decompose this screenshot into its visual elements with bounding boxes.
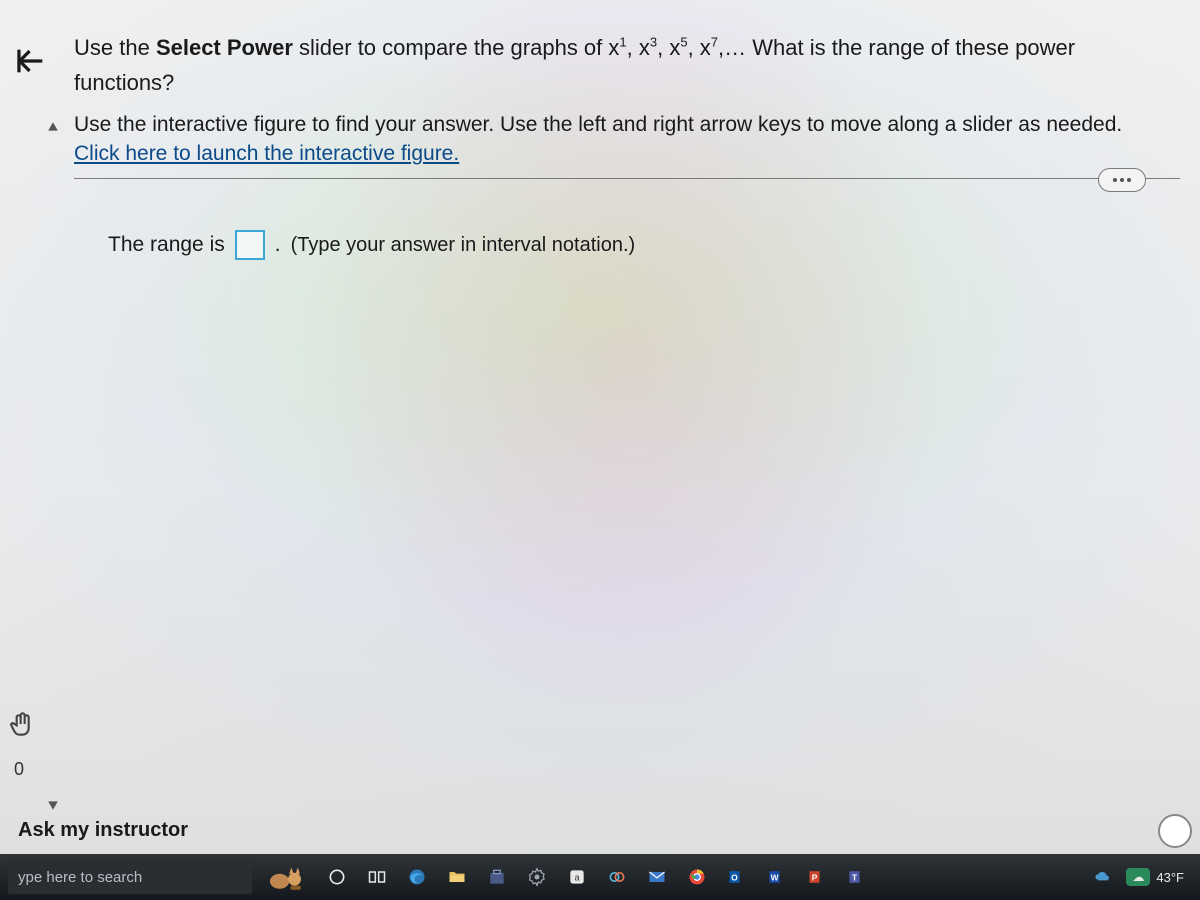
app-icon-loop[interactable] <box>600 860 634 894</box>
edge-icon[interactable] <box>400 860 434 894</box>
instruction-text: Use the interactive figure to find your … <box>74 110 1180 139</box>
outlook-icon[interactable]: O <box>720 860 754 894</box>
svg-text:T: T <box>852 872 857 882</box>
powerpoint-icon[interactable]: P <box>800 860 834 894</box>
svg-text:O: O <box>731 872 738 882</box>
more-options-button[interactable] <box>1098 168 1146 192</box>
mail-icon[interactable] <box>640 860 674 894</box>
chrome-icon[interactable] <box>680 860 714 894</box>
settings-icon[interactable] <box>520 860 554 894</box>
cortana-cat-icon[interactable] <box>258 858 314 896</box>
taskbar-search[interactable]: ype here to search <box>8 860 252 894</box>
scroll-down-icon[interactable] <box>47 798 59 810</box>
weather-widget[interactable]: ☁ 43°F <box>1126 868 1184 886</box>
launch-figure-link[interactable]: Click here to launch the interactive fig… <box>74 142 459 166</box>
store-icon[interactable] <box>480 860 514 894</box>
help-circle-button[interactable] <box>1158 814 1192 848</box>
answer-label: The range is <box>108 233 225 257</box>
cortana-circle-icon[interactable] <box>320 860 354 894</box>
onedrive-icon[interactable] <box>1086 860 1120 894</box>
answer-input[interactable] <box>235 230 265 260</box>
app-icon-a[interactable]: a <box>560 860 594 894</box>
ask-instructor-button[interactable]: Ask my instructor <box>18 819 188 842</box>
word-icon[interactable]: W <box>760 860 794 894</box>
divider <box>74 178 1180 179</box>
back-button[interactable] <box>8 38 54 84</box>
question-text: Use the Select Power slider to compare t… <box>74 30 1180 100</box>
teams-icon[interactable]: T <box>840 860 874 894</box>
zero-label: 0 <box>14 759 24 780</box>
file-explorer-icon[interactable] <box>440 860 474 894</box>
scroll-up-icon[interactable] <box>47 120 59 132</box>
scrollbar[interactable] <box>44 120 62 810</box>
taskbar: ype here to search <box>0 854 1200 900</box>
hand-icon <box>6 708 38 740</box>
svg-text:W: W <box>771 872 779 882</box>
svg-text:P: P <box>812 872 818 882</box>
task-view-icon[interactable] <box>360 860 394 894</box>
answer-hint: (Type your answer in interval notation.) <box>291 234 636 257</box>
